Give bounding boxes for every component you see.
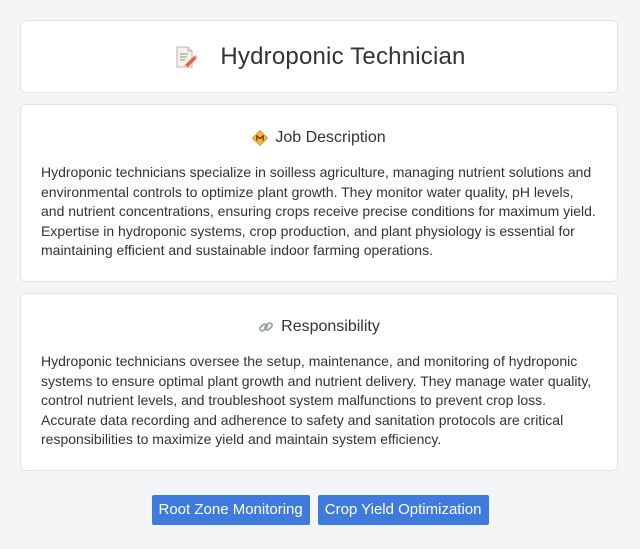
tag-root-zone-monitoring[interactable]: Root Zone Monitoring xyxy=(151,495,310,525)
job-description-heading: Job Description xyxy=(41,127,597,149)
job-description-title: Job Description xyxy=(275,129,386,146)
responsibility-heading: Responsibility xyxy=(41,316,597,338)
job-description-card: Job Description Hydroponic technicians s… xyxy=(20,104,618,282)
link-icon xyxy=(258,319,274,335)
responsibility-text: Hydroponic technicians oversee the setup… xyxy=(41,353,592,447)
memo-pencil-icon xyxy=(172,44,199,70)
diamond-badge-icon xyxy=(252,129,269,147)
page-title: Hydroponic Technician xyxy=(220,42,466,70)
job-description-text: Hydroponic technicians specialize in soi… xyxy=(41,164,596,258)
skill-tags: Root Zone Monitoring Crop Yield Optimiza… xyxy=(0,495,640,525)
responsibility-card: Responsibility Hydroponic technicians ov… xyxy=(20,293,618,471)
title-card: Hydroponic Technician xyxy=(20,20,618,93)
tag-crop-yield-optimization[interactable]: Crop Yield Optimization xyxy=(317,495,489,525)
responsibility-title: Responsibility xyxy=(281,318,380,335)
